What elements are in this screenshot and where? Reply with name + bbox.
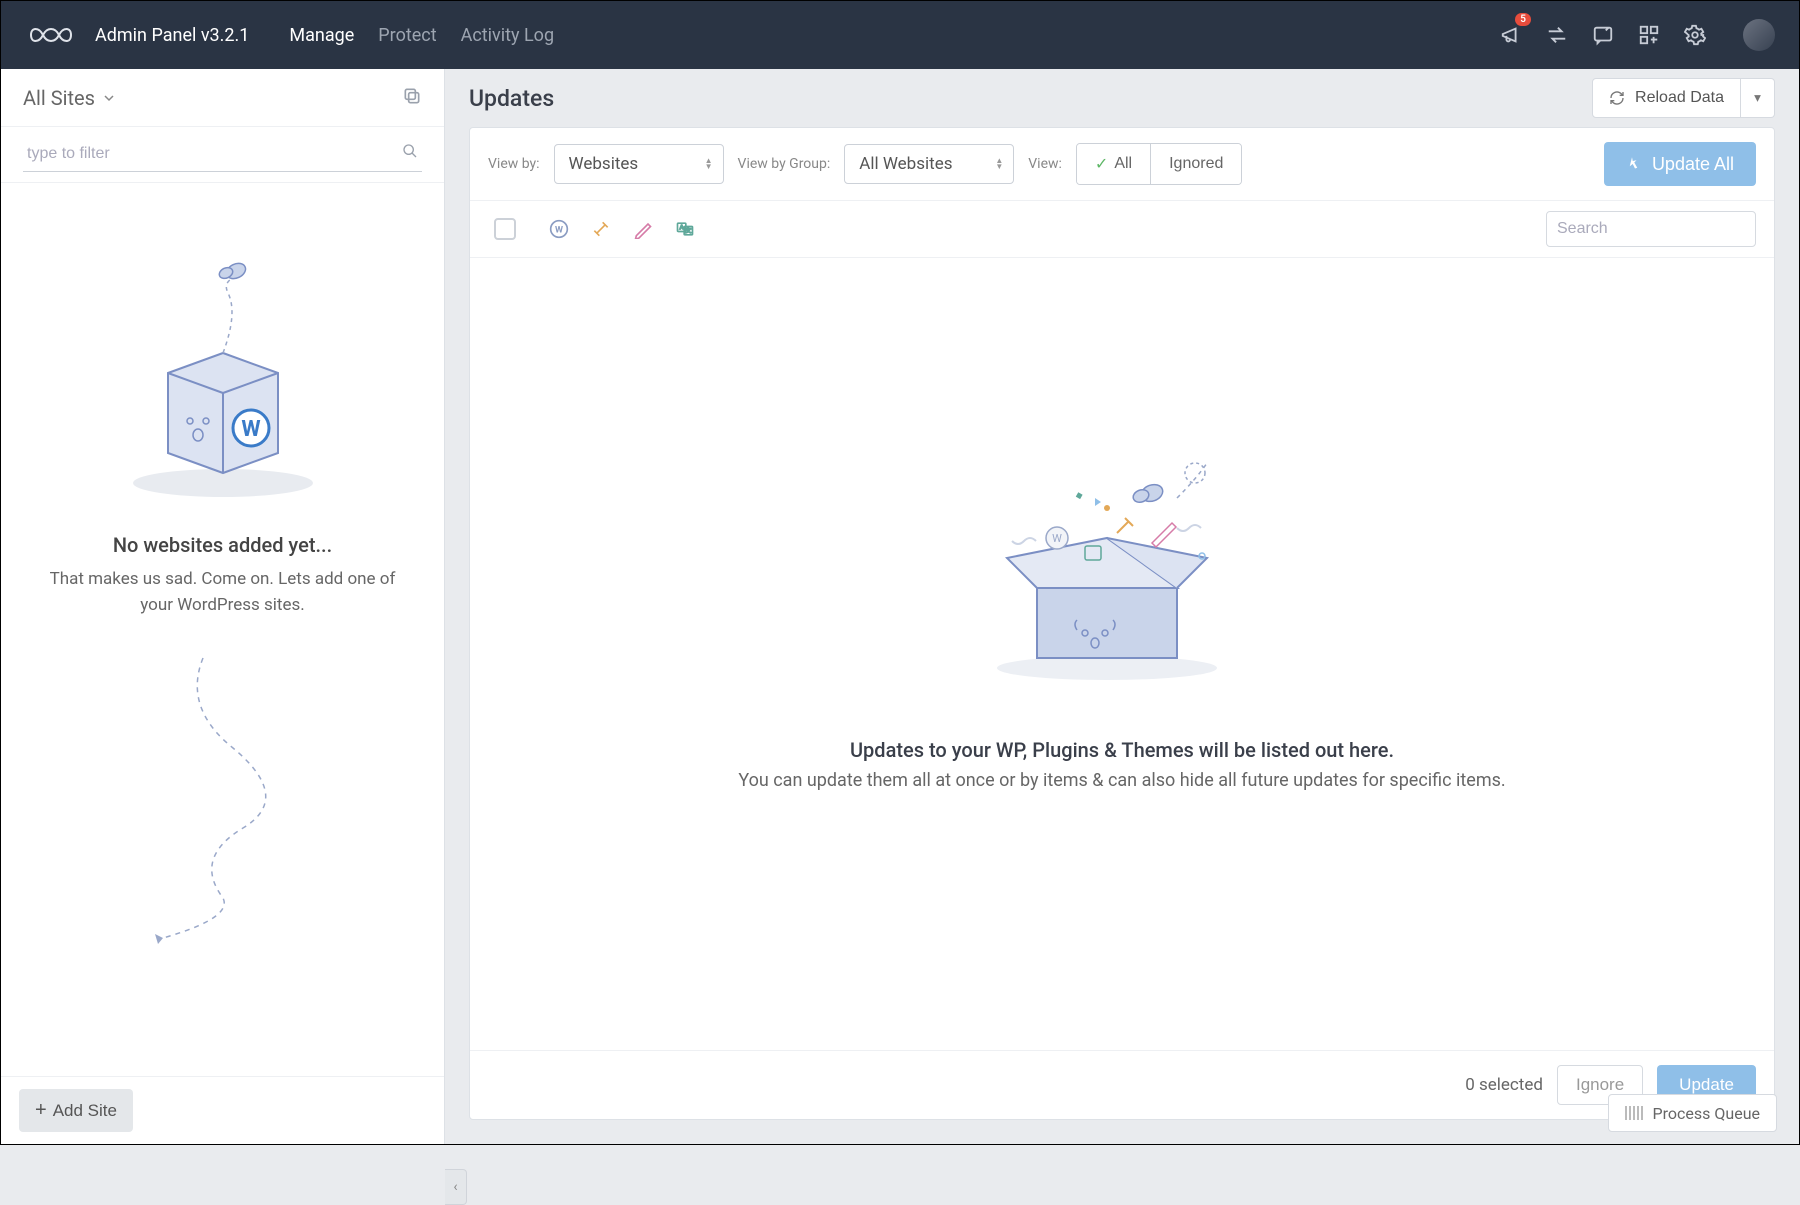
translation-filter-icon[interactable]: A文 <box>674 218 696 240</box>
sidebar-collapse-handle[interactable]: ‹ <box>445 1169 467 1205</box>
updates-panel: View by: Websites ▲▼ View by Group: All … <box>469 127 1775 1120</box>
sidebar-empty-title: No websites added yet... <box>113 533 332 557</box>
view-all-label: All <box>1114 155 1132 173</box>
main-empty-title: Updates to your WP, Plugins & Themes wil… <box>850 738 1394 762</box>
header-icons: 5 <box>1499 19 1775 51</box>
site-selector[interactable]: All Sites <box>23 86 115 110</box>
settings-icon[interactable] <box>1683 23 1707 47</box>
site-filter-input[interactable] <box>23 137 422 171</box>
view-by-value: Websites <box>569 154 639 174</box>
view-label: View: <box>1028 156 1062 172</box>
apps-icon[interactable] <box>1637 23 1661 47</box>
reload-icon <box>1609 90 1625 106</box>
view-ignored-label: Ignored <box>1169 155 1223 173</box>
open-box-illustration: W <box>977 438 1267 688</box>
main-area: Updates Reload Data ▾ View by: Websites … <box>445 69 1799 1144</box>
check-icon: ✓ <box>1095 154 1108 174</box>
main-nav: Manage Protect Activity Log <box>289 25 554 46</box>
svg-text:A: A <box>680 225 684 231</box>
sort-icon: ▲▼ <box>995 158 1003 170</box>
updates-toolbar: View by: Websites ▲▼ View by Group: All … <box>470 128 1774 201</box>
reload-data-button[interactable]: Reload Data <box>1592 78 1741 118</box>
notification-badge: 5 <box>1515 13 1531 26</box>
queue-icon <box>1625 1106 1643 1120</box>
reload-label: Reload Data <box>1635 89 1724 107</box>
view-filter-segment: ✓ All Ignored <box>1076 143 1242 185</box>
announcements-icon[interactable]: 5 <box>1499 23 1523 47</box>
empty-box-illustration: W <box>108 243 338 503</box>
view-group-select[interactable]: All Websites ▲▼ <box>844 144 1014 184</box>
view-all-button[interactable]: ✓ All <box>1077 144 1150 184</box>
add-site-label: Add Site <box>53 1101 117 1121</box>
sidebar: All Sites <box>1 69 445 1144</box>
plus-icon: + <box>35 1099 47 1122</box>
update-all-button[interactable]: Update All <box>1604 142 1756 186</box>
comment-icon[interactable] <box>1591 23 1615 47</box>
search-box <box>1546 211 1756 247</box>
updates-footer: 0 selected Ignore Update <box>470 1050 1774 1119</box>
plugin-filter-icon[interactable] <box>590 218 612 240</box>
theme-filter-icon[interactable] <box>632 218 654 240</box>
svg-text:W: W <box>241 417 260 442</box>
svg-text:文: 文 <box>685 226 691 234</box>
update-all-label: Update All <box>1652 154 1734 175</box>
main-empty-subtitle: You can update them all at once or by it… <box>738 770 1505 791</box>
search-input[interactable] <box>1557 220 1764 238</box>
selected-count: 0 selected <box>1465 1075 1543 1095</box>
view-group-value: All Websites <box>859 154 952 174</box>
site-selector-label: All Sites <box>23 86 95 110</box>
reload-options-button[interactable]: ▾ <box>1741 78 1775 118</box>
select-all-checkbox[interactable] <box>494 218 516 240</box>
process-queue-button[interactable]: Process Queue <box>1608 1094 1777 1132</box>
view-by-label: View by: <box>488 156 540 172</box>
click-icon <box>1626 155 1644 173</box>
view-ignored-button[interactable]: Ignored <box>1150 144 1241 184</box>
search-icon <box>402 143 418 163</box>
app-title: Admin Panel v3.2.1 <box>95 25 249 46</box>
chevron-down-icon <box>103 92 115 104</box>
nav-protect[interactable]: Protect <box>378 25 436 46</box>
logo-icon <box>25 20 77 50</box>
updates-subbar: W A文 <box>470 201 1774 258</box>
sidebar-empty-subtitle: That makes us sad. Come on. Lets add one… <box>41 567 404 618</box>
process-queue-label: Process Queue <box>1653 1104 1760 1123</box>
svg-text:W: W <box>1052 532 1062 545</box>
app-header: Admin Panel v3.2.1 Manage Protect Activi… <box>1 1 1799 69</box>
sidebar-empty-state: W No websites added yet... That makes us… <box>1 183 444 1076</box>
nav-activity-log[interactable]: Activity Log <box>461 25 554 46</box>
add-site-button[interactable]: + Add Site <box>19 1089 133 1132</box>
view-group-label: View by Group: <box>738 156 831 172</box>
nav-manage[interactable]: Manage <box>289 25 354 46</box>
dashed-arrow-illustration <box>133 648 313 948</box>
avatar[interactable] <box>1743 19 1775 51</box>
updates-empty-state: W Updates <box>470 258 1774 1050</box>
svg-text:W: W <box>555 225 563 235</box>
wordpress-filter-icon[interactable]: W <box>548 218 570 240</box>
copy-icon[interactable] <box>402 86 422 110</box>
view-by-select[interactable]: Websites ▲▼ <box>554 144 724 184</box>
sort-icon: ▲▼ <box>705 158 713 170</box>
sync-icon[interactable] <box>1545 23 1569 47</box>
page-title: Updates <box>469 85 554 112</box>
